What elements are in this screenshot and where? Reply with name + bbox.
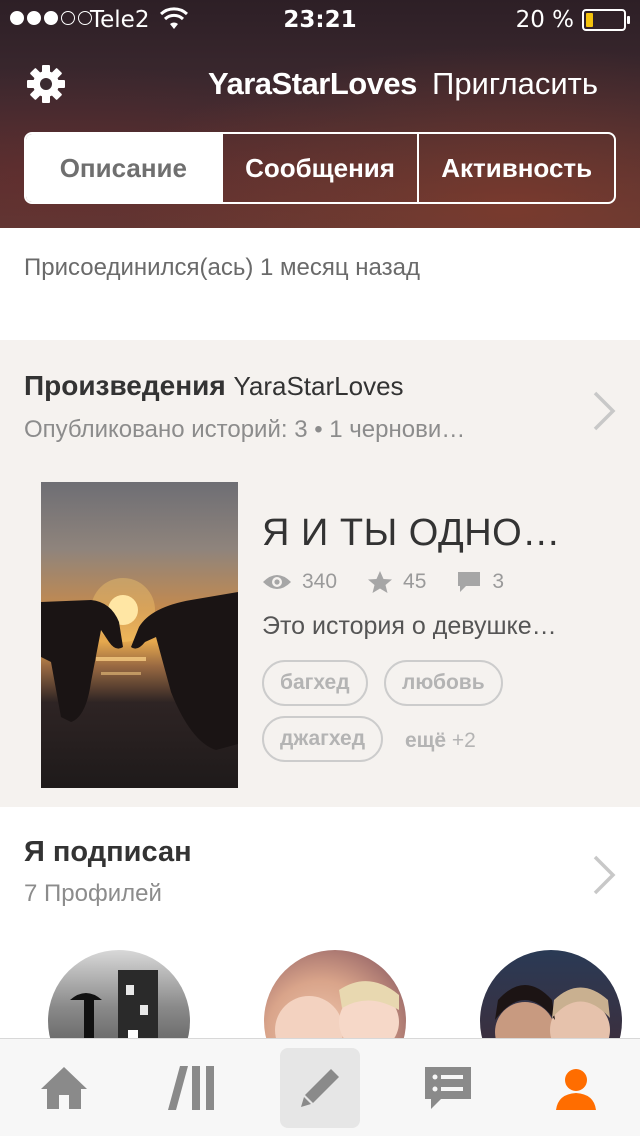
tab-description[interactable]: Описание [26, 134, 221, 202]
chevron-right-icon[interactable] [592, 390, 616, 432]
tag-chip[interactable]: джагхед [262, 716, 384, 762]
following-count: 7 Профилей [24, 880, 162, 907]
more-tags-count: +2 [451, 729, 476, 752]
tab-messages[interactable]: Сообщения [220, 134, 418, 202]
story-title[interactable]: Я И ТЫ ОДНО… [262, 512, 561, 555]
works-title: Произведения [24, 370, 226, 401]
tab-home[interactable] [24, 1048, 104, 1128]
battery-icon [582, 9, 630, 31]
works-heading: Произведения YaraStarLoves [24, 370, 404, 402]
library-icon [168, 1065, 214, 1110]
story-stats: 340 45 3 [262, 570, 534, 594]
chevron-right-icon[interactable] [592, 854, 616, 896]
tab-activity[interactable]: Активность [417, 134, 614, 202]
profile-tabs: Описание Сообщения Активность [24, 132, 616, 204]
tag-chip[interactable]: любовь [384, 660, 503, 706]
status-bar: Tele2 23:21 20 % [0, 0, 640, 40]
following-heading: Я подписан [24, 836, 192, 868]
pencil-icon [301, 1068, 339, 1107]
profile-icon [556, 1068, 596, 1110]
eye-icon [263, 575, 291, 589]
tab-profile[interactable] [536, 1048, 616, 1128]
votes-count: 45 [403, 570, 427, 593]
views-count: 340 [302, 570, 338, 593]
tag-chip[interactable]: багхед [262, 660, 368, 706]
works-section[interactable]: Произведения YaraStarLoves Опубликовано … [0, 340, 640, 807]
works-username: YaraStarLoves [233, 371, 404, 401]
more-tags-link[interactable]: ещё +2 [405, 729, 476, 753]
gear-icon[interactable] [26, 64, 66, 104]
tab-write[interactable] [280, 1047, 360, 1128]
story-cover-image[interactable] [41, 482, 238, 788]
comment-icon [458, 572, 481, 592]
home-icon [41, 1066, 87, 1109]
story-description: Это история о девушке… [262, 612, 557, 640]
tab-library[interactable] [152, 1048, 232, 1128]
works-subtitle: Опубликовано историй: 3 • 1 чернови… [24, 416, 466, 443]
more-tags-label: ещё [405, 729, 447, 752]
bottom-tab-bar [0, 1038, 640, 1136]
profile-username: YaraStarLoves [208, 66, 417, 101]
joined-text: Присоединился(ась) 1 месяц назад [24, 254, 420, 281]
star-icon [368, 571, 393, 593]
battery-percent: 20 % [515, 7, 574, 33]
comments-count: 3 [492, 570, 505, 593]
tab-messages-nav[interactable] [408, 1048, 488, 1128]
profile-header: Tele2 23:21 20 % YaraStarLoves Пригласит… [0, 0, 640, 228]
invite-button[interactable]: Пригласить [432, 66, 598, 102]
messages-icon [425, 1066, 471, 1109]
